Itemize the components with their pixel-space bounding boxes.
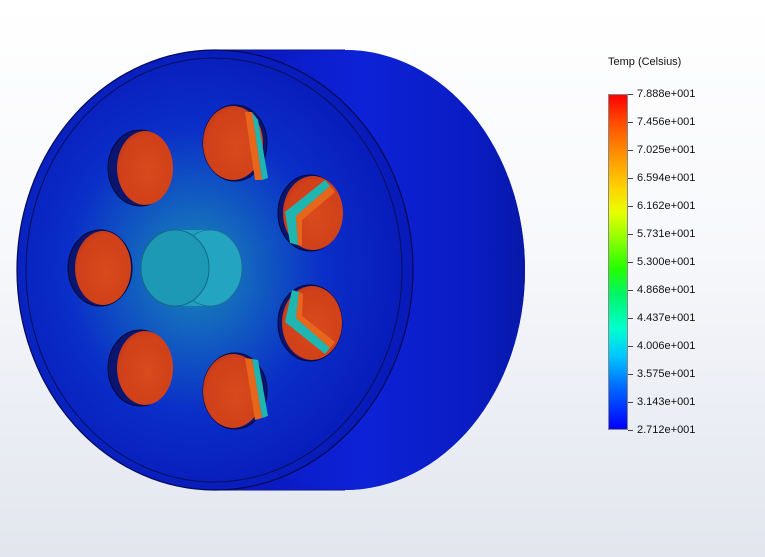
heat-hole-left <box>67 229 133 307</box>
legend-tick-mark <box>628 122 633 123</box>
thermal-result-model[interactable] <box>0 0 560 557</box>
legend-tick-label: 4.437e+001 <box>637 312 696 324</box>
legend-tick-mark <box>628 150 633 151</box>
legend-tick-label: 7.888e+001 <box>637 88 696 100</box>
legend-tick-label: 7.456e+001 <box>637 116 696 128</box>
legend-tick-mark <box>628 94 633 95</box>
heat-hole-right-upper <box>277 174 343 252</box>
temperature-legend: Temp (Celsius) 7.888e+001 7.456e+001 7.025… <box>600 52 750 452</box>
legend-tick-mark <box>628 402 633 403</box>
heat-hole-bottom <box>202 352 268 430</box>
legend-tick-label: 5.300e+001 <box>637 256 696 268</box>
graphics-viewport[interactable]: Temp (Celsius) 7.888e+001 7.456e+001 7.025… <box>0 0 765 557</box>
legend-tick-label: 3.143e+001 <box>637 396 696 408</box>
legend-tick-label: 7.025e+001 <box>637 144 696 156</box>
legend-tick-mark <box>628 234 633 235</box>
legend-tick-mark <box>628 178 633 179</box>
legend-title: Temp (Celsius) <box>608 56 682 68</box>
heat-hole-right-lower <box>277 284 343 362</box>
heat-hole-top <box>202 104 268 182</box>
color-scale-bar <box>608 94 628 430</box>
legend-tick-label: 6.162e+001 <box>637 200 696 212</box>
heat-hole-top-left <box>107 129 173 207</box>
legend-tick-label: 5.731e+001 <box>637 228 696 240</box>
legend-tick-mark <box>628 206 633 207</box>
legend-tick-label: 3.575e+001 <box>637 368 696 380</box>
legend-tick-mark <box>628 346 633 347</box>
legend-tick-mark <box>628 290 633 291</box>
center-hub <box>140 229 243 307</box>
legend-tick-mark <box>628 430 633 431</box>
legend-tick-label: 4.868e+001 <box>637 284 696 296</box>
legend-tick-label: 6.594e+001 <box>637 172 696 184</box>
legend-tick-label: 4.006e+001 <box>637 340 696 352</box>
legend-tick-mark <box>628 262 633 263</box>
legend-tick-label: 2.712e+001 <box>637 424 696 436</box>
legend-tick-mark <box>628 374 633 375</box>
heat-hole-bottom-left <box>107 329 173 407</box>
legend-tick-mark <box>628 318 633 319</box>
